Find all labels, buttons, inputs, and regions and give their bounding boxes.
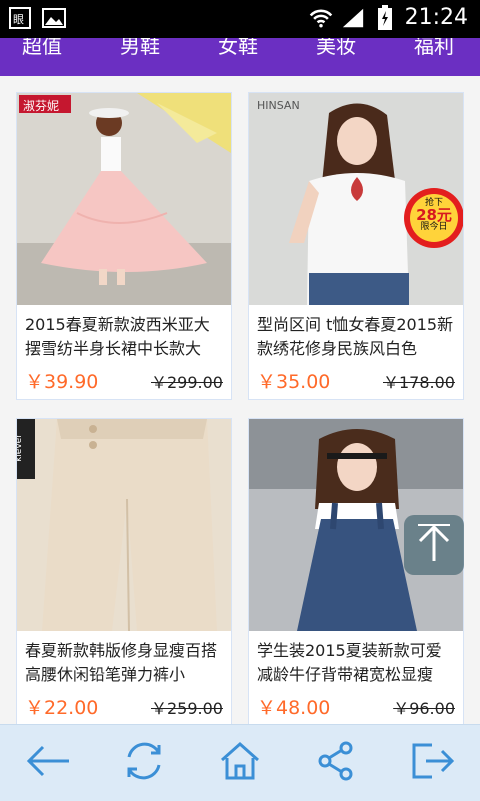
badge-bottom-text: 限今日	[420, 222, 448, 232]
brand-label: klever	[17, 434, 24, 462]
tab-womens-shoes[interactable]: 女鞋	[218, 38, 258, 59]
tab-mens-shoes[interactable]: 男鞋	[120, 38, 160, 59]
status-time: 21:24	[404, 5, 468, 30]
arrow-up-icon	[416, 523, 452, 567]
product-grid: 淑芬妮 2015春夏新款波西米亚大摆雪纺半身长裙中长款大 ￥39.90 ￥299…	[0, 76, 480, 724]
price-badge: 抢下 28元 限今日	[409, 199, 459, 232]
brand-label: HINSAN	[257, 99, 300, 112]
svg-text:眼: 眼	[13, 13, 24, 26]
product-title: 型尚区间 t恤女春夏2015新款绣花修身民族风白色	[257, 315, 454, 358]
product-card[interactable]: 淑芬妮 2015春夏新款波西米亚大摆雪纺半身长裙中长款大 ￥39.90 ￥299…	[16, 92, 232, 400]
product-price: ￥48.00	[257, 697, 331, 719]
product-image[interactable]: HINSAN 抢下 28元 限今日	[249, 93, 463, 305]
back-arrow-icon	[25, 741, 71, 785]
product-image[interactable]: klever	[17, 419, 231, 631]
exit-button[interactable]	[402, 733, 462, 793]
product-title: 2015春夏新款波西米亚大摆雪纺半身长裙中长款大	[25, 315, 210, 358]
share-button[interactable]	[306, 733, 366, 793]
exit-icon	[410, 741, 455, 785]
product-price: ￥39.90	[25, 371, 99, 393]
home-icon	[218, 740, 262, 786]
tab-welfare[interactable]: 福利	[414, 38, 454, 59]
notification-icon: 眼	[8, 6, 32, 30]
product-original-price: ￥259.00	[151, 699, 223, 718]
status-left-icons: 眼	[8, 6, 66, 30]
product-image[interactable]: 淑芬妮	[17, 93, 231, 305]
product-title: 春夏新款韩版修身显瘦百搭高腰休闲铅笔弹力裤小	[25, 641, 218, 684]
product-original-price: ￥96.00	[393, 699, 455, 718]
tab-super-value[interactable]: 超值	[22, 38, 62, 59]
bottom-navigation-bar	[0, 724, 480, 801]
refresh-button[interactable]	[114, 733, 174, 793]
product-title: 学生装2015夏装新款可爱减龄牛仔背带裙宽松显瘦	[257, 641, 442, 684]
brand-label: 淑芬妮	[23, 99, 60, 113]
battery-icon	[373, 5, 397, 30]
refresh-icon	[121, 739, 167, 787]
badge-main-text: 28元	[416, 206, 452, 224]
category-tab-bar: 超值 男鞋 女鞋 美妆 福利	[0, 38, 480, 76]
product-price: ￥35.00	[257, 371, 331, 393]
signal-icon	[341, 6, 365, 30]
wifi-icon	[309, 6, 333, 30]
back-button[interactable]	[18, 733, 78, 793]
product-original-price: ￥299.00	[151, 373, 223, 392]
home-button[interactable]	[210, 733, 270, 793]
product-card[interactable]: HINSAN 抢下 28元 限今日 型尚区间 t恤女春夏2015新款绣花修身民族…	[248, 92, 464, 400]
image-icon	[42, 6, 66, 30]
product-price: ￥22.00	[25, 697, 99, 719]
status-right-icons: 21:24	[309, 4, 468, 32]
status-bar: 眼 21:24	[0, 0, 480, 38]
tab-beauty[interactable]: 美妆	[316, 38, 356, 59]
share-icon	[316, 740, 356, 786]
back-to-top-button[interactable]	[404, 515, 464, 575]
product-original-price: ￥178.00	[383, 373, 455, 392]
product-card[interactable]: klever 春夏新款韩版修身显瘦百搭高腰休闲铅笔弹力裤小 ￥22.00 ￥25…	[16, 418, 232, 724]
